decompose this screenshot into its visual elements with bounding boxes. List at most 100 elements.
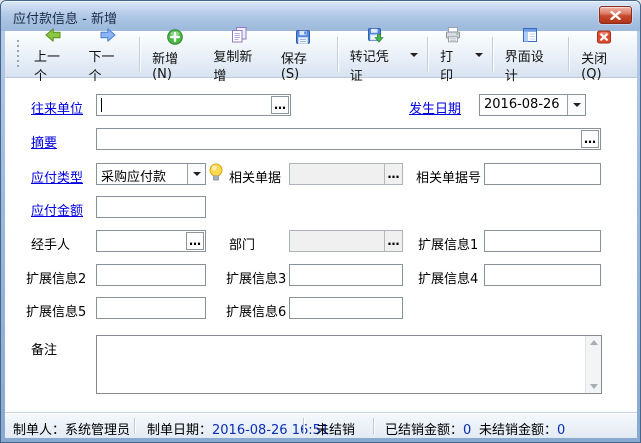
occur-date-label[interactable]: 发生日期 bbox=[409, 98, 461, 117]
payable-type-dropdown-button[interactable] bbox=[187, 164, 205, 184]
related-doc-no-label: 相关单据号 bbox=[416, 167, 481, 186]
title-bar[interactable]: 应付款信息 - 新增 bbox=[1, 1, 640, 31]
copy-new-label: 复制新增 bbox=[213, 46, 264, 84]
copy-pages-icon bbox=[230, 26, 248, 44]
ext1-label: 扩展信息1 bbox=[418, 234, 478, 253]
made-date-status: 制单日期：2016-08-26 16:51 bbox=[147, 419, 329, 438]
settled-amount-value: 0 bbox=[463, 423, 471, 438]
remark-scrollbar[interactable] bbox=[585, 336, 601, 393]
partner-browse-button[interactable]: … bbox=[271, 96, 289, 114]
settled-amount-status: 已结销金额：0 bbox=[385, 419, 471, 438]
remark-label: 备注 bbox=[31, 339, 57, 358]
payable-type-label[interactable]: 应付类型 bbox=[31, 167, 83, 186]
partner-field: … bbox=[96, 94, 291, 116]
ext2-label: 扩展信息2 bbox=[26, 268, 86, 287]
scroll-up-icon[interactable] bbox=[590, 340, 598, 345]
scroll-down-icon[interactable] bbox=[590, 384, 598, 389]
post-voucher-button[interactable]: 转记凭证 bbox=[342, 34, 409, 75]
summary-label[interactable]: 摘要 bbox=[31, 132, 57, 151]
toolbar-separator bbox=[492, 37, 493, 72]
ext2-input[interactable] bbox=[97, 265, 205, 285]
payable-type-value[interactable]: 采购应付款 bbox=[97, 164, 187, 184]
next-label: 下一个 bbox=[89, 46, 128, 84]
copy-new-button[interactable]: 复制新增 bbox=[205, 34, 272, 75]
lightbulb-icon[interactable] bbox=[208, 162, 224, 188]
floppy-arrow-icon bbox=[366, 26, 384, 44]
print-dropdown[interactable] bbox=[474, 34, 488, 75]
ext5-input[interactable] bbox=[97, 298, 205, 318]
new-button[interactable]: 新增(N) bbox=[144, 34, 205, 75]
next-button[interactable]: 下一个 bbox=[81, 34, 136, 75]
ext3-field bbox=[289, 264, 403, 286]
toolbar: 上一个 下一个 新增(N) 复制新增 bbox=[5, 31, 637, 78]
ui-design-label: 界面设计 bbox=[505, 46, 556, 84]
ext1-input[interactable] bbox=[485, 231, 600, 251]
partner-label[interactable]: 往来单位 bbox=[31, 98, 83, 117]
related-doc-no-input[interactable] bbox=[485, 164, 600, 184]
related-doc-browse-button[interactable]: … bbox=[384, 164, 402, 184]
ext6-label: 扩展信息6 bbox=[226, 301, 286, 320]
ext4-field bbox=[484, 264, 601, 286]
summary-browse-button[interactable]: … bbox=[581, 130, 599, 148]
summary-field: … bbox=[96, 128, 601, 150]
post-voucher-dropdown[interactable] bbox=[409, 34, 423, 75]
related-doc-label: 相关单据 bbox=[229, 167, 281, 186]
handler-label: 经手人 bbox=[31, 234, 70, 253]
close-button[interactable]: 关闭(Q) bbox=[573, 34, 635, 75]
ext4-input[interactable] bbox=[485, 265, 600, 285]
ext1-field bbox=[484, 230, 601, 252]
occur-date-dropdown-button[interactable] bbox=[567, 95, 585, 115]
print-button[interactable]: 打印 bbox=[432, 34, 474, 75]
caret-down-icon bbox=[410, 53, 418, 57]
partner-input[interactable] bbox=[97, 95, 270, 115]
ext6-field bbox=[289, 297, 403, 319]
window-layout-icon bbox=[521, 26, 539, 44]
previous-button[interactable]: 上一个 bbox=[26, 34, 81, 75]
ext4-label: 扩展信息4 bbox=[418, 268, 478, 287]
window-title: 应付款信息 - 新增 bbox=[13, 8, 117, 27]
amount-label[interactable]: 应付金额 bbox=[31, 200, 83, 219]
post-voucher-label: 转记凭证 bbox=[350, 46, 401, 84]
save-button[interactable]: 保存(S) bbox=[273, 34, 333, 75]
toolbar-separator bbox=[337, 37, 338, 72]
printer-icon bbox=[444, 26, 462, 44]
client-area: 上一个 下一个 新增(N) 复制新增 bbox=[5, 31, 637, 438]
new-label: 新增(N) bbox=[152, 48, 197, 82]
department-input bbox=[290, 231, 384, 251]
occur-date-value[interactable]: 2016-08-26 bbox=[480, 95, 567, 115]
handler-input[interactable] bbox=[97, 231, 185, 251]
window-close-button[interactable] bbox=[599, 6, 632, 24]
previous-label: 上一个 bbox=[34, 46, 73, 84]
handler-browse-button[interactable]: … bbox=[186, 232, 204, 250]
toolbar-separator bbox=[427, 37, 428, 72]
ui-design-button[interactable]: 界面设计 bbox=[497, 34, 564, 75]
unsettled-amount-status: 未结销金额：0 bbox=[479, 419, 565, 438]
ext2-field bbox=[96, 264, 206, 286]
payable-type-select: 采购应付款 bbox=[96, 163, 206, 185]
toolbar-grip[interactable] bbox=[17, 40, 20, 69]
remark-field bbox=[96, 335, 602, 394]
floppy-icon bbox=[294, 28, 312, 46]
ext3-label: 扩展信息3 bbox=[226, 268, 286, 287]
statusbar-divider bbox=[134, 418, 135, 434]
amount-input[interactable] bbox=[97, 197, 205, 217]
caret-down-icon bbox=[573, 103, 581, 107]
ext5-label: 扩展信息5 bbox=[26, 301, 86, 320]
status-bar: 制单人：系统管理员 制单日期：2016-08-26 16:51 未结销 已结销金… bbox=[5, 412, 637, 438]
ext3-input[interactable] bbox=[290, 265, 402, 285]
remark-textarea[interactable] bbox=[97, 336, 585, 393]
text-cursor bbox=[101, 98, 102, 112]
unsettled-amount-value: 0 bbox=[557, 423, 565, 438]
plus-circle-icon bbox=[166, 28, 184, 46]
department-browse-button[interactable]: … bbox=[384, 231, 402, 251]
summary-input[interactable] bbox=[97, 129, 580, 149]
department-label: 部门 bbox=[229, 234, 255, 253]
save-label: 保存(S) bbox=[281, 48, 325, 82]
related-doc-no-field bbox=[484, 163, 601, 185]
caret-down-icon bbox=[475, 53, 483, 57]
statusbar-divider bbox=[373, 418, 374, 434]
ext6-input[interactable] bbox=[290, 298, 402, 318]
ext5-field bbox=[96, 297, 206, 319]
handler-field: … bbox=[96, 230, 206, 252]
close-icon bbox=[610, 11, 621, 20]
